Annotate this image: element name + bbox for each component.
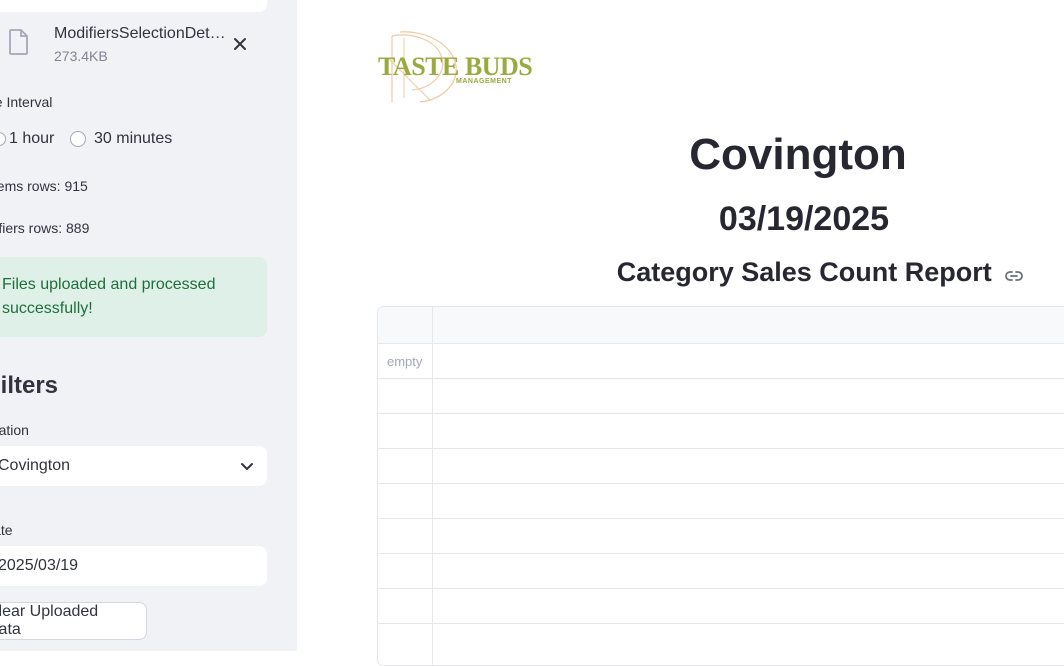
location-select-value: Covington [0,457,71,474]
success-alert: Files uploaded and processed successfull… [0,257,267,337]
report-title: Category Sales Count Report [616,257,992,287]
items-rows-count: Items rows: 915 [0,178,88,194]
date-input[interactable] [0,557,248,575]
filters-heading: Filters [0,372,59,399]
radio-30-minutes[interactable] [70,131,86,147]
date-label: Date [0,522,13,538]
table-row [378,378,1064,379]
file-icon [8,28,30,56]
date-input-wrapper [0,546,267,586]
report-date: 03/19/2025 [718,200,890,238]
table-row [378,553,1064,554]
table-row [378,483,1064,484]
sidebar: ModifiersSelectionDet… 273.4KB Time Inte… [0,0,297,651]
table-row [378,623,1064,624]
location-select[interactable]: Covington [0,446,267,486]
file-size: 273.4KB [54,48,108,64]
empty-cell-label: empty [387,354,423,369]
link-icon[interactable] [1005,258,1024,289]
report-heading: Category Sales Count Report [560,257,1064,289]
table-row [378,413,1064,414]
logo-subtext: MANAGEMENT [456,78,512,85]
radio-30-minutes-label[interactable]: 30 minutes [94,130,172,148]
sales-table[interactable]: empty [377,306,1064,666]
chevron-down-icon [239,458,255,474]
index-column-divider [432,307,433,665]
time-interval-label: Time Interval [0,94,53,110]
taste-buds-logo: TASTE BUDS MANAGEMENT [378,28,533,106]
radio-1-hour-label[interactable]: 1 hour [9,130,54,148]
table-row [378,448,1064,449]
table-header [378,307,1064,344]
radio-1-hour[interactable] [0,132,6,146]
modifiers-rows-count: Modifiers rows: 889 [0,220,90,236]
table-row [378,518,1064,519]
success-message: Files uploaded and processed successfull… [2,276,216,317]
table-row [378,588,1064,589]
clear-uploaded-data-button[interactable]: Clear Uploaded Data [0,602,147,640]
file-name: ModifiersSelectionDet… [54,25,226,42]
page-title: Covington [689,130,907,179]
uploaded-file-item: ModifiersSelectionDet… 273.4KB [0,22,297,70]
file-uploader-card [0,0,267,12]
remove-file-button[interactable] [228,32,252,56]
location-label: Location [0,422,29,438]
close-icon [234,38,246,50]
